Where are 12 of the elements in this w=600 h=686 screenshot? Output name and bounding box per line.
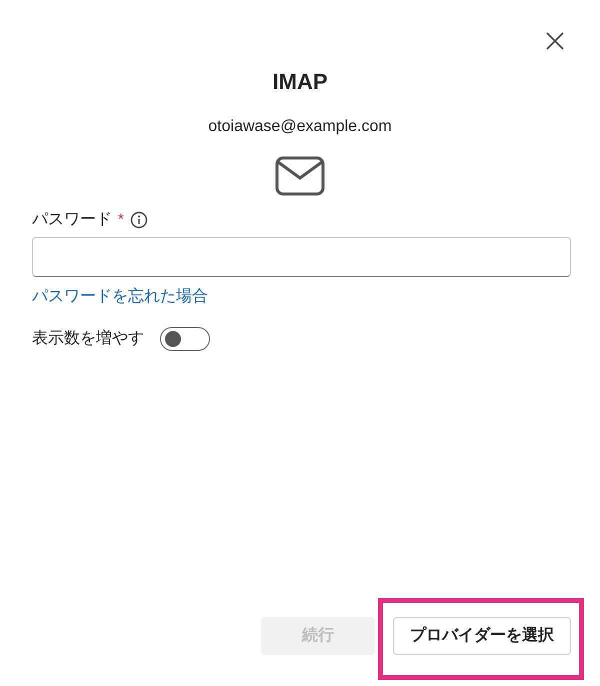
- choose-provider-button[interactable]: プロバイダーを選択: [393, 617, 571, 655]
- toggle-switch[interactable]: [160, 327, 210, 351]
- forgot-password-link[interactable]: パスワードを忘れた場合: [32, 285, 208, 309]
- required-mark: *: [118, 210, 124, 230]
- info-icon[interactable]: [130, 211, 148, 229]
- account-email: otoiawase@example.com: [207, 117, 393, 137]
- toggle-label: 表示数を増やす: [32, 328, 144, 349]
- envelope-icon: [275, 156, 325, 196]
- password-label: パスワード: [32, 210, 112, 230]
- password-field[interactable]: [32, 237, 571, 277]
- close-icon: [546, 32, 564, 50]
- dialog-title: IMAP: [272, 68, 328, 96]
